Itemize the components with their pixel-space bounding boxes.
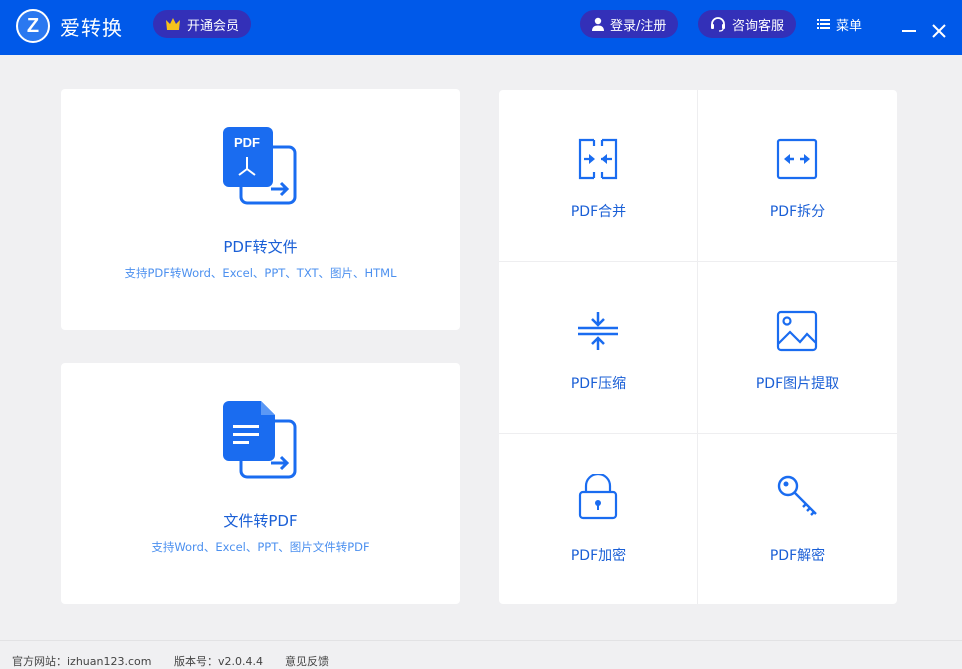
compress-icon [578,312,618,350]
crown-icon [166,18,180,30]
menu-button[interactable]: 菜单 [817,10,862,38]
status-bar: 官方网站：izhuan123.com 版本号：v2.0.4.4 意见反馈 [0,640,962,668]
card-title: 文件转PDF [223,512,298,530]
card-subtitle: 支持PDF转Word、Excel、PPT、TXT、图片、HTML [124,266,397,280]
tool-label: PDF合并 [570,204,627,220]
vip-button[interactable]: 开通会员 [153,10,252,38]
tools-grid: PDF合并 PDF拆分 PDF压缩 PDF图片提取 PDF加密 PDF解密 [499,90,897,604]
user-icon [592,17,604,31]
tool-pdf-image-extract[interactable]: PDF图片提取 [698,262,897,433]
split-icon [776,138,818,180]
customer-service-button[interactable]: 咨询客服 [698,10,797,38]
feedback-link[interactable]: 意见反馈 [285,653,329,669]
app-logo: Z [16,9,50,43]
headset-icon [711,17,725,32]
title-bar: Z 爱转换 开通会员 登录/注册 咨询客服 菜单 [0,0,962,55]
tool-label: PDF加密 [570,548,627,564]
login-label: 登录/注册 [610,18,667,34]
tool-pdf-decrypt[interactable]: PDF解密 [698,434,897,605]
lock-icon [578,474,618,520]
merge-icon [578,138,618,180]
tool-pdf-merge[interactable]: PDF合并 [499,90,698,261]
document-convert-icon [223,401,297,479]
website-link[interactable]: 官方网站：izhuan123.com [12,653,151,669]
tool-label: PDF图片提取 [755,376,840,392]
card-title: PDF转文件 [223,238,298,256]
image-icon [776,310,818,352]
card-subtitle: 支持Word、Excel、PPT、图片文件转PDF [151,540,370,554]
tool-pdf-compress[interactable]: PDF压缩 [499,262,698,433]
tool-label: PDF解密 [769,548,826,564]
app-name: 爱转换 [60,16,123,40]
file-to-pdf-card[interactable]: 文件转PDF 支持Word、Excel、PPT、图片文件转PDF [61,363,460,604]
vip-label: 开通会员 [187,18,240,34]
service-label: 咨询客服 [732,18,785,34]
tool-label: PDF压缩 [570,376,627,392]
login-button[interactable]: 登录/注册 [580,10,679,38]
key-icon [777,475,817,516]
pdf-to-file-card[interactable]: PDF PDF转文件 支持PDF转Word、Excel、PPT、TXT、图片、H… [61,89,460,330]
list-icon [817,19,830,29]
pdf-convert-icon: PDF [223,127,297,205]
version-text: 版本号：v2.0.4.4 [174,655,263,668]
minimize-icon[interactable] [902,17,916,45]
tool-pdf-encrypt[interactable]: PDF加密 [499,434,698,605]
close-icon[interactable] [932,17,946,45]
pdf-icon-text: PDF [234,135,260,150]
tool-pdf-split[interactable]: PDF拆分 [698,90,897,261]
menu-label: 菜单 [836,18,863,34]
tool-label: PDF拆分 [769,204,826,220]
